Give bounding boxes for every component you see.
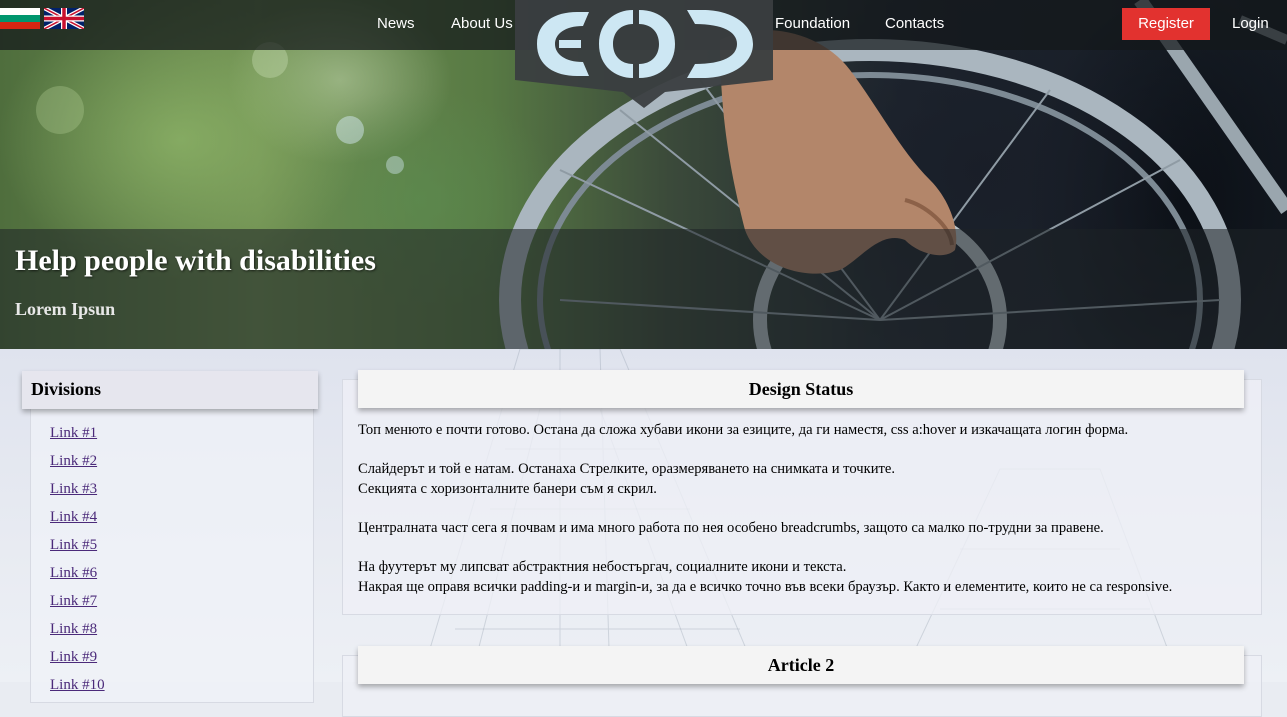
nav-foundation[interactable]: Foundation bbox=[775, 15, 850, 32]
division-link[interactable]: Link #1 bbox=[50, 425, 97, 441]
ecod-logo[interactable] bbox=[515, 0, 773, 108]
division-link[interactable]: Link #5 bbox=[50, 537, 97, 553]
article-title: Design Status bbox=[748, 379, 854, 399]
article-header: Article 2 bbox=[358, 646, 1244, 684]
nav-contacts[interactable]: Contacts bbox=[885, 15, 944, 32]
article-line: Секцията с хоризонталните банери съм я с… bbox=[358, 481, 657, 497]
article-line: Топ менюто е почти готово. Остана да сло… bbox=[358, 422, 1129, 438]
register-button[interactable]: Register bbox=[1122, 8, 1210, 40]
division-link[interactable]: Link #4 bbox=[50, 509, 97, 525]
login-link[interactable]: Login bbox=[1232, 15, 1269, 32]
division-link[interactable]: Link #6 bbox=[50, 565, 97, 581]
division-link[interactable]: Link #9 bbox=[50, 649, 97, 665]
division-link[interactable]: Link #10 bbox=[50, 677, 105, 693]
division-link[interactable]: Link #3 bbox=[50, 481, 97, 497]
article-line: На фуутерът му липсват абстрактния небос… bbox=[358, 559, 847, 575]
divisions-title: Divisions bbox=[31, 379, 102, 399]
hero-title: Help people with disabilities bbox=[15, 244, 376, 277]
uk-flag-icon[interactable] bbox=[44, 8, 84, 29]
divisions-link-list: Link #1 Link #2 Link #3 Link #4 Link #5 … bbox=[50, 424, 105, 704]
division-link[interactable]: Link #8 bbox=[50, 621, 97, 637]
nav-news[interactable]: News bbox=[377, 15, 415, 32]
nav-about-us[interactable]: About Us bbox=[451, 15, 513, 32]
article-header: Design Status bbox=[358, 370, 1244, 408]
hero-subtitle: Lorem Ipsun bbox=[15, 299, 116, 319]
divisions-header: Divisions bbox=[22, 371, 318, 409]
hero-slider: News About Us Foundation Contacts Regist… bbox=[0, 0, 1287, 349]
bulgarian-flag-icon[interactable] bbox=[0, 8, 40, 29]
article-title: Article 2 bbox=[767, 655, 835, 675]
division-link[interactable]: Link #7 bbox=[50, 593, 97, 609]
article-line: Централната част сега я почвам и има мно… bbox=[358, 520, 1104, 536]
article-body: Топ менюто е почти готово. Остана да сло… bbox=[358, 420, 1248, 597]
article-line: Слайдерът и той е натам. Останаха Стрелк… bbox=[358, 461, 896, 477]
article-line: Накрая ще оправя всички padding-и и marg… bbox=[358, 579, 1173, 595]
division-link[interactable]: Link #2 bbox=[50, 453, 97, 469]
